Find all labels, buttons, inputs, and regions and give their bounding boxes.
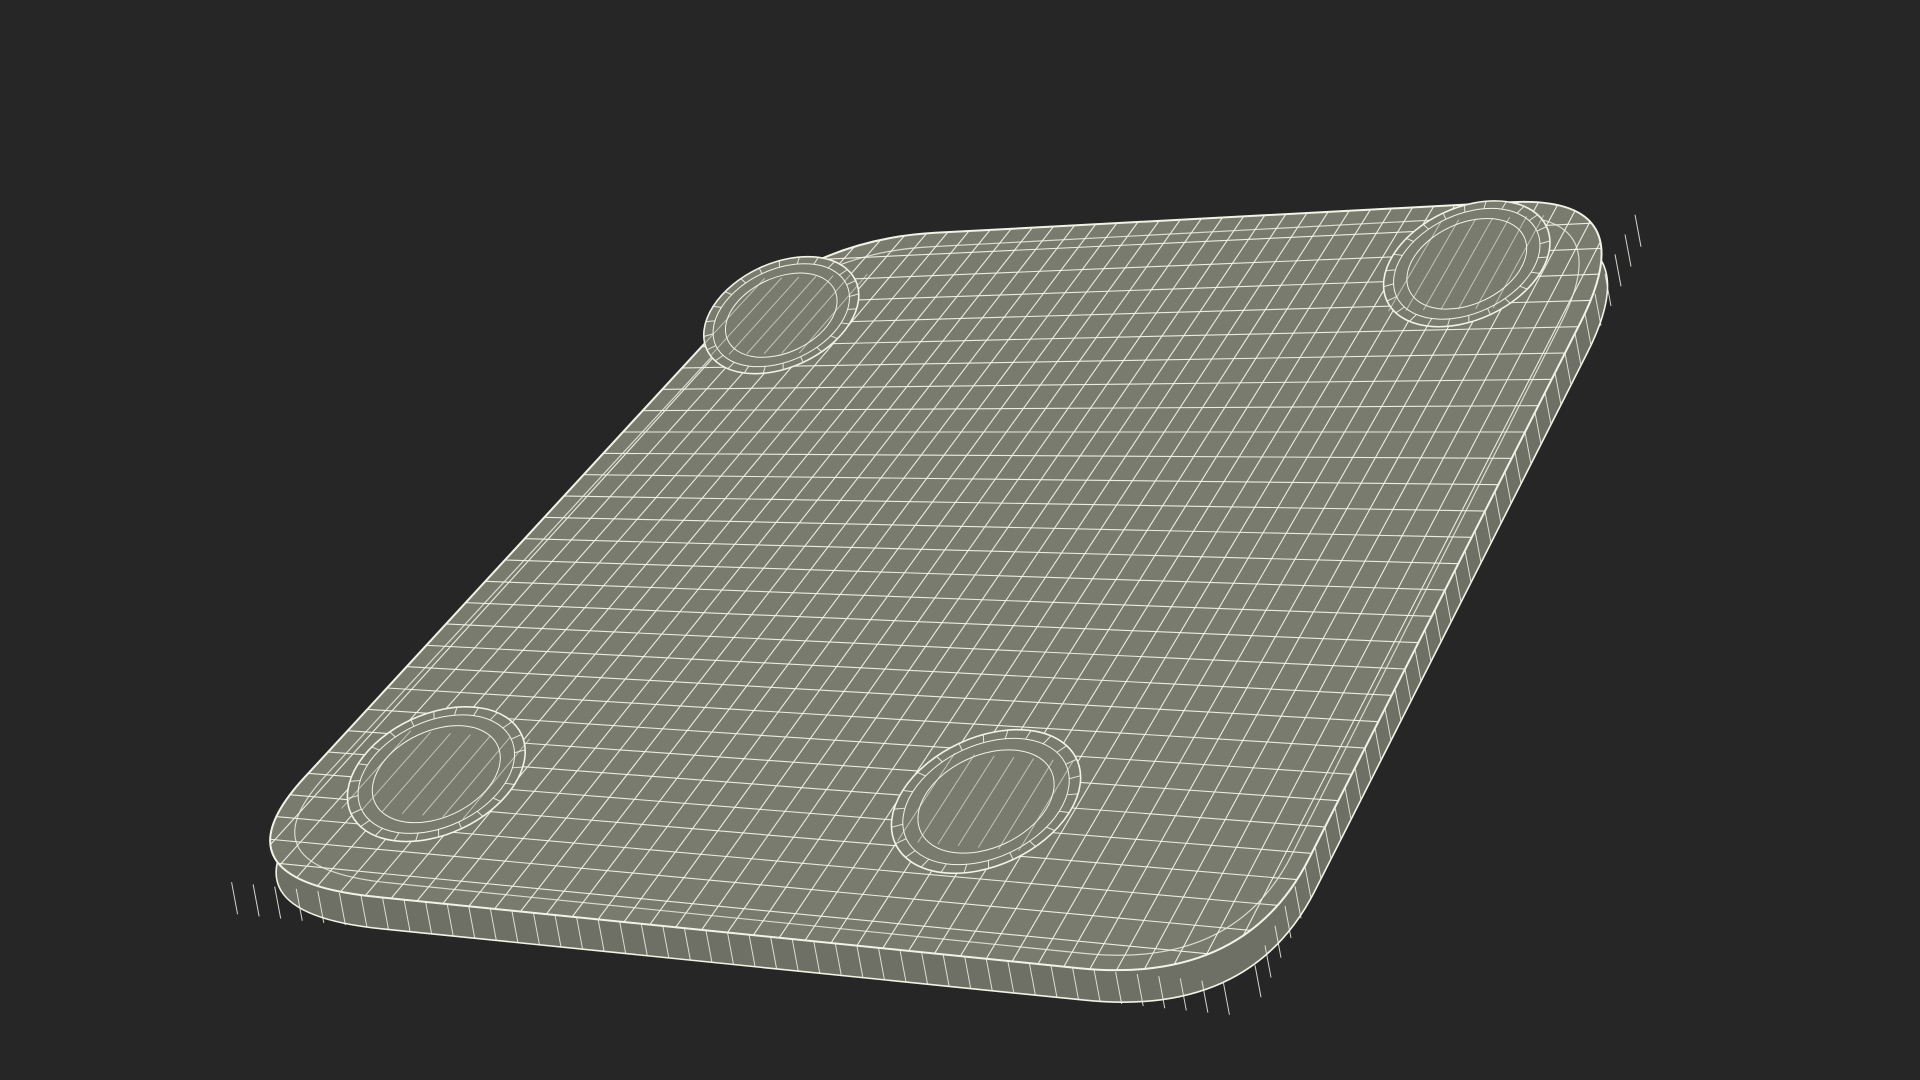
- wireframe-model: [231, 200, 1642, 1015]
- side-wire: [1222, 982, 1230, 1015]
- side-wire: [1634, 214, 1642, 247]
- side-wire: [1614, 254, 1622, 287]
- side-wire: [1254, 965, 1262, 998]
- side-wire: [231, 882, 239, 915]
- side-wire: [274, 886, 282, 919]
- side-wire: [252, 884, 260, 917]
- render-viewport: [0, 0, 1920, 1080]
- side-wire: [1624, 234, 1632, 267]
